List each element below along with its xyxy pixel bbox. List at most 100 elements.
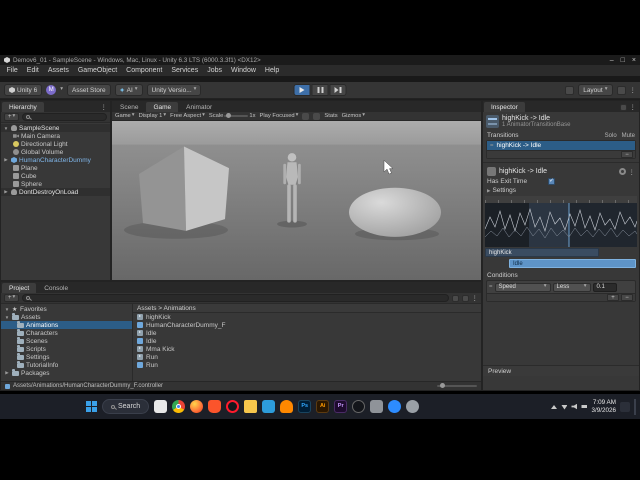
game-viewport[interactable] — [112, 121, 481, 280]
file-idle-2[interactable]: Idle — [133, 337, 481, 345]
minimize-button[interactable]: – — [610, 57, 614, 64]
account-avatar[interactable]: M — [46, 85, 57, 95]
scale-slider[interactable] — [224, 113, 249, 118]
menu-edit[interactable]: Edit — [22, 67, 43, 74]
has-exit-time-checkbox[interactable]: ✓ — [548, 178, 555, 185]
game-menu-dropdown[interactable]: Game ▾ — [115, 113, 135, 119]
notification-center-icon[interactable] — [620, 401, 630, 412]
folder-animations[interactable]: Animations — [1, 321, 132, 329]
file-explorer-icon[interactable] — [244, 400, 258, 413]
settings-foldout[interactable]: ▶ Settings — [483, 186, 639, 195]
battery-icon[interactable] — [581, 405, 588, 408]
undo-history-icon[interactable] — [565, 85, 575, 95]
foldout-icon[interactable]: ▼ — [3, 126, 9, 131]
menu-help[interactable]: Help — [260, 67, 283, 74]
taskbar-clock[interactable]: 7:09 AM 3/9/2026 — [591, 399, 616, 415]
menu-window[interactable]: Window — [227, 67, 261, 74]
vscode-icon[interactable] — [262, 400, 276, 413]
illustrator-icon[interactable]: Ai — [316, 400, 330, 413]
hierarchy-menu-dots[interactable]: ⋮ — [101, 103, 108, 111]
transition-timeline-ruler[interactable] — [485, 196, 637, 203]
drag-handle-icon[interactable]: = — [489, 284, 493, 290]
tab-animator[interactable]: Animator — [179, 102, 219, 112]
chrome-icon[interactable] — [172, 400, 186, 413]
filter-icon[interactable] — [451, 294, 459, 302]
taskbar-search[interactable]: Search — [102, 399, 150, 414]
tab-hierarchy[interactable]: Hierarchy — [2, 102, 44, 112]
asset-store-button[interactable]: Asset Store — [67, 84, 111, 96]
hierarchy-item-directional-light[interactable]: Directional Light — [1, 140, 110, 148]
play-focused-dropdown[interactable]: Play Focused ▾ — [260, 113, 299, 119]
inspector-menu-dots[interactable]: ⋮ — [630, 103, 637, 111]
hierarchy-item-global-volume[interactable]: Global Volume — [1, 148, 110, 156]
menu-jobs[interactable]: Jobs — [203, 67, 227, 74]
foldout-icon[interactable]: ▶ — [3, 157, 9, 163]
tab-scene[interactable]: Scene — [113, 102, 145, 112]
unity-version-badge[interactable]: Unity 6 — [4, 84, 43, 96]
menu-file[interactable]: File — [2, 67, 22, 74]
file-mma-kick[interactable]: Mma Kick — [133, 345, 481, 353]
volume-icon[interactable] — [571, 403, 578, 410]
menu-assets[interactable]: Assets — [43, 67, 73, 74]
gear-icon[interactable] — [618, 168, 626, 175]
stats-button[interactable]: Stats — [324, 113, 337, 119]
step-button[interactable] — [329, 84, 347, 96]
zoom-icon[interactable] — [388, 400, 402, 413]
folder-tutorialinfo[interactable]: TutorialInfo — [1, 361, 132, 369]
display-dropdown[interactable]: Display 1 ▾ — [139, 113, 167, 119]
file-highkick[interactable]: highKick — [133, 313, 481, 321]
obs-icon[interactable] — [352, 400, 366, 413]
folder-scripts[interactable]: Scripts — [1, 345, 132, 353]
tab-inspector[interactable]: Inspector — [484, 102, 525, 112]
tab-project[interactable]: Project — [2, 283, 37, 293]
hierarchy-search-input[interactable] — [22, 113, 107, 121]
notification-bell-icon[interactable] — [616, 85, 626, 95]
project-menu-dots[interactable]: ⋮ — [472, 294, 479, 302]
wifi-icon[interactable] — [561, 405, 568, 410]
condition-parameter-dropdown[interactable]: Speed ▾ — [494, 282, 551, 292]
hierarchy-item-cube[interactable]: Cube — [1, 172, 110, 180]
file-run-2[interactable]: Run — [133, 361, 481, 369]
vlc-icon[interactable] — [280, 400, 294, 413]
file-idle-1[interactable]: Idle — [133, 329, 481, 337]
camera-app-icon[interactable] — [370, 400, 384, 413]
folder-settings[interactable]: Settings — [1, 353, 132, 361]
transition-waveform[interactable] — [485, 203, 637, 247]
source-state-bar[interactable]: highKick — [485, 248, 599, 257]
tab-console[interactable]: Console — [37, 283, 75, 293]
hidden-packages-icon[interactable] — [461, 294, 469, 302]
tray-expand-icon[interactable] — [551, 404, 558, 409]
aspect-dropdown[interactable]: Free Aspect ▾ — [170, 113, 205, 119]
scale-slider-knob[interactable] — [226, 113, 232, 118]
remove-transition-button[interactable]: − — [621, 151, 633, 158]
hierarchy-item-humancharacterdummy[interactable]: ▶ HumanCharacterDummy — [1, 156, 110, 164]
unity-version-dropdown[interactable]: Unity Versio... ▾ — [146, 84, 202, 96]
asset-zoom-slider[interactable] — [437, 383, 477, 388]
project-search-input[interactable] — [22, 294, 449, 302]
scene-header-dontdestroyonload[interactable]: ▶ DontDestroyOnLoad — [1, 188, 110, 196]
project-create-button[interactable]: + ▾ — [4, 294, 20, 302]
vsync-toggle-icon[interactable] — [302, 112, 310, 120]
tab-game[interactable]: Game — [146, 102, 179, 112]
close-button[interactable]: × — [632, 57, 636, 64]
firefox-icon[interactable] — [190, 400, 204, 413]
start-button[interactable] — [86, 401, 97, 412]
folder-scenes[interactable]: Scenes — [1, 337, 132, 345]
menu-gameobject[interactable]: GameObject — [73, 67, 121, 74]
premiere-icon[interactable]: Pr — [334, 400, 348, 413]
add-condition-button[interactable]: + — [607, 294, 619, 301]
menu-services[interactable]: Services — [167, 67, 203, 74]
foldout-icon[interactable]: ▶ — [3, 189, 9, 195]
layout-dropdown[interactable]: Layout ▾ — [578, 84, 613, 96]
scene-header-samplescene[interactable]: ▼ SampleScene — [1, 124, 110, 132]
pause-button[interactable] — [311, 84, 329, 96]
zoom-slider-knob[interactable] — [440, 383, 445, 388]
folder-packages[interactable]: ▶ Packages — [1, 369, 132, 377]
condition-operator-dropdown[interactable]: Less ▾ — [552, 282, 591, 292]
create-object-button[interactable]: + ▾ — [4, 113, 20, 121]
preview-section-header[interactable]: Preview — [483, 365, 639, 376]
remove-condition-button[interactable]: − — [621, 294, 633, 301]
folder-assets[interactable]: ▼ Assets — [1, 313, 132, 321]
folder-characters[interactable]: Characters — [1, 329, 132, 337]
gizmos-dropdown[interactable]: Gizmos ▾ — [342, 113, 365, 119]
